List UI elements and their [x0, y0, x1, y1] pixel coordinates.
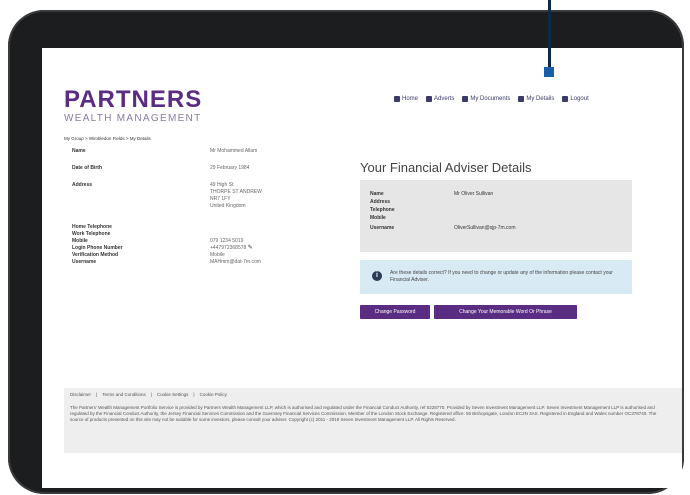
adviser-value: OliverSullivan@sjp-7m.com	[454, 225, 516, 231]
info-text: Are these details correct? If you need t…	[390, 270, 613, 283]
detail-row-username: Username MAHmm@dat-7m.com	[72, 259, 342, 266]
detail-value: Mr Mohammed Allam	[210, 148, 258, 154]
contact-block: Home Telephone Work Telephone Mobile 079 …	[72, 224, 342, 266]
info-box: i Are these details correct? If you need…	[360, 260, 632, 294]
footer: Disclaimer | Terms and Conditions | Cookie…	[64, 388, 682, 453]
change-password-button[interactable]: Change Password	[360, 305, 430, 319]
nav-my-details[interactable]: My Details	[518, 96, 554, 102]
address-line: THORPE ST ANDREW	[210, 189, 262, 195]
footer-link-terms[interactable]: Terms and Conditions	[102, 392, 146, 397]
breadcrumb[interactable]: My Group > Wimbledon Fields > My Details	[64, 136, 151, 141]
annotation-pointer-line	[548, 0, 551, 68]
adviser-panel: Name Mr Oliver Sullivan Address Telephone…	[360, 180, 632, 252]
detail-value: +447972368578 ✎	[210, 245, 253, 252]
detail-label: Home Telephone	[72, 224, 112, 230]
footer-link-cookie-settings[interactable]: Cookie Settings	[157, 392, 189, 397]
brand-logo[interactable]: PARTNERS WEALTH MANAGEMENT	[64, 86, 203, 125]
address-lines: 49 High St THORPE ST ANDREW NR7 1FY Unit…	[210, 182, 262, 210]
home-icon	[394, 96, 400, 102]
address-line: 49 High St	[210, 182, 234, 188]
adviser-label: Telephone	[370, 207, 395, 213]
user-icon	[518, 96, 525, 102]
pencil-edit-icon[interactable]: ✎	[248, 245, 253, 251]
address-line: NR7 1FY	[210, 196, 231, 202]
detail-value: 079 1234 5019	[210, 238, 244, 244]
nav-label: Home	[402, 96, 419, 102]
nav-logout[interactable]: Logout	[562, 96, 589, 102]
logo-main: PARTNERS	[64, 86, 203, 113]
adviser-row-username: Username OliverSullivan@sjp-7m.com	[370, 225, 515, 231]
detail-label: Mobile	[72, 238, 88, 244]
detail-label: Name	[72, 148, 86, 154]
nav-label: Logout	[570, 96, 589, 102]
nav-label: My Documents	[470, 96, 511, 102]
top-nav: Home Adverts My Documents My Details Log…	[394, 96, 589, 102]
adviser-row-telephone: Telephone	[370, 207, 454, 213]
detail-label: Username	[72, 259, 97, 265]
adviser-row-mobile: Mobile	[370, 215, 454, 221]
login-phone-value: +447972368578	[210, 245, 247, 251]
adviser-value: Mr Oliver Sullivan	[454, 191, 494, 197]
detail-row-login-phone: Login Phone Number +447972368578 ✎	[72, 245, 342, 252]
screen: PARTNERS WEALTH MANAGEMENT Home Adverts …	[42, 48, 682, 488]
info-icon: i	[372, 271, 382, 281]
detail-row-address: Address 49 High St THORPE ST ANDREW NR7 …	[72, 182, 342, 210]
tablet-frame: PARTNERS WEALTH MANAGEMENT Home Adverts …	[8, 10, 684, 494]
detail-label: Verification Method	[72, 252, 119, 258]
detail-row-home-tel: Home Telephone	[72, 224, 342, 231]
change-memorable-word-button[interactable]: Change Your Memorable Word Or Phrase	[434, 305, 577, 319]
detail-value: Mobile	[210, 252, 225, 258]
detail-row-name: Name Mr Mohammed Allam	[72, 148, 342, 154]
megaphone-icon	[426, 96, 433, 102]
detail-label: Date of Birth	[72, 165, 102, 171]
adviser-label: Name	[370, 191, 384, 197]
nav-documents[interactable]: My Documents	[462, 96, 510, 102]
address-line: United Kingdom	[210, 203, 246, 209]
annotation-pointer-marker	[544, 67, 554, 77]
documents-icon	[462, 96, 469, 102]
adviser-label: Address	[370, 199, 391, 205]
logout-icon	[562, 96, 569, 102]
detail-row-dob: Date of Birth 29 February 1984	[72, 165, 342, 171]
detail-label: Work Telephone	[72, 231, 111, 237]
adviser-label: Username	[370, 225, 395, 231]
client-details: Name Mr Mohammed Allam Date of Birth 29 Fe…	[72, 148, 342, 266]
detail-value: MAHmm@dat-7m.com	[210, 259, 261, 265]
footer-legal-text: The Partners' Wealth Management Portfoli…	[70, 405, 657, 422]
detail-row-verification: Verification Method Mobile	[72, 252, 342, 259]
detail-label: Address	[72, 182, 93, 188]
logo-tagline: WEALTH MANAGEMENT	[64, 113, 202, 124]
footer-links: Disclaimer | Terms and Conditions | Cookie…	[70, 392, 227, 397]
detail-row-work-tel: Work Telephone	[72, 231, 342, 238]
nav-label: My Details	[526, 96, 555, 102]
detail-value: 29 February 1984	[210, 165, 250, 171]
adviser-title: Your Financial Adviser Details	[360, 160, 532, 175]
nav-adverts[interactable]: Adverts	[426, 96, 454, 102]
adviser-row-address: Address	[370, 199, 454, 205]
nav-home[interactable]: Home	[394, 96, 418, 102]
nav-label: Adverts	[434, 96, 455, 102]
footer-link-disclaimer[interactable]: Disclaimer	[70, 392, 91, 397]
detail-label: Login Phone Number	[72, 245, 123, 251]
adviser-label: Mobile	[370, 215, 386, 221]
detail-row-mobile: Mobile 079 1234 5019	[72, 238, 342, 245]
footer-link-cookie-policy[interactable]: Cookie Policy	[200, 392, 227, 397]
adviser-row-name: Name Mr Oliver Sullivan	[370, 191, 493, 197]
